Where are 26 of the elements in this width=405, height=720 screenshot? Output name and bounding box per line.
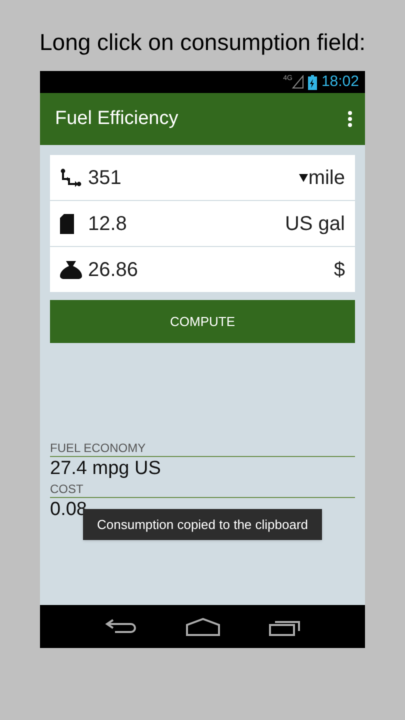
- result-label: FUEL ECONOMY: [50, 441, 355, 457]
- back-icon[interactable]: [104, 618, 136, 636]
- compute-button[interactable]: COMPUTE: [50, 300, 355, 343]
- unit-label: US gal: [284, 212, 345, 236]
- unit-label: $: [334, 258, 345, 282]
- input-row[interactable]: 351 mile: [50, 155, 355, 200]
- overflow-menu-icon[interactable]: [347, 110, 353, 128]
- input-row[interactable]: 12.8 US gal: [50, 201, 355, 246]
- caption: Long click on consumption field:: [39, 28, 366, 57]
- input-row[interactable]: 26.86 $: [50, 247, 355, 292]
- input-value: 26.86: [88, 258, 140, 282]
- dropdown-triangle-icon[interactable]: [299, 174, 308, 182]
- toast: Consumption copied to the clipboard: [83, 509, 322, 540]
- money-bag-icon: [60, 260, 82, 278]
- input-value: 351: [88, 166, 122, 190]
- home-icon[interactable]: [186, 618, 220, 636]
- battery-icon: [308, 74, 318, 90]
- result-value: 27.4 mpg US: [50, 457, 162, 481]
- result-label: COST: [50, 482, 355, 498]
- clock: 18:02: [321, 72, 359, 92]
- app-title: Fuel Efficiency: [55, 106, 178, 131]
- signal-icon: [292, 75, 304, 89]
- fuel-can-icon: [60, 214, 74, 234]
- unit-label[interactable]: mile: [308, 162, 345, 192]
- route-icon: [60, 168, 82, 188]
- input-value: 12.8: [88, 212, 128, 236]
